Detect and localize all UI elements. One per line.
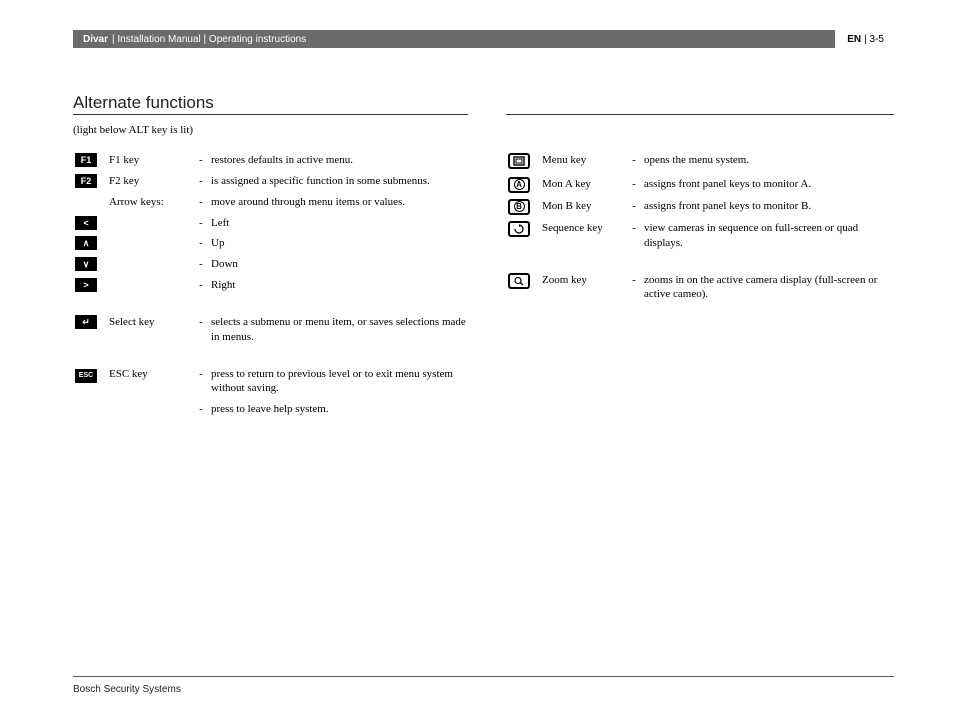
key-name: Zoom key: [540, 270, 626, 306]
key-row: ∧ -Up: [73, 233, 468, 254]
key-icon: ↵: [75, 315, 97, 329]
dash: -: [193, 312, 209, 348]
key-name: F2 key: [107, 171, 193, 192]
key-icon: ∨: [75, 257, 97, 271]
key-desc: Left: [209, 213, 468, 234]
key-name: Select key: [107, 312, 193, 348]
key-name: Mon B key: [540, 196, 626, 218]
footer-rule: [73, 676, 894, 677]
key-name: Arrow keys:: [107, 192, 193, 213]
header-breadcrumb: Divar | Installation Manual | Operating …: [73, 30, 316, 48]
key-icon: ∧: [75, 236, 97, 250]
key-desc: Right: [209, 275, 468, 296]
key-row: Arrow keys:-move around through menu ite…: [73, 192, 468, 213]
key-icon: F2: [75, 174, 97, 188]
key-name: [107, 275, 193, 296]
dash: -: [626, 150, 642, 174]
key-row: Sequence key-view cameras in sequence on…: [506, 218, 901, 254]
dash: -: [193, 254, 209, 275]
key-desc: selects a submenu or menu item, or saves…: [209, 312, 468, 348]
menu-key-icon: [508, 153, 530, 169]
key-name: [107, 254, 193, 275]
key-desc: opens the menu system.: [642, 150, 901, 174]
key-row: < -Left: [73, 213, 468, 234]
key-row: ↵ Select key-selects a submenu or menu it…: [73, 312, 468, 348]
key-desc: zooms in on the active camera display (f…: [642, 270, 901, 306]
key-desc: Down: [209, 254, 468, 275]
section-subtitle: (light below ALT key is lit): [73, 124, 193, 136]
dash: -: [193, 150, 209, 171]
key-desc: move around through menu items or values…: [209, 192, 468, 213]
key-icon: F1: [75, 153, 97, 167]
key-desc: view cameras in sequence on full-screen …: [642, 218, 901, 254]
lang-label: EN: [847, 34, 861, 45]
key-name: [107, 233, 193, 254]
dash: -: [626, 174, 642, 196]
key-desc: restores defaults in active menu.: [209, 150, 468, 171]
section-title: Alternate functions: [73, 93, 214, 113]
key-name: ESC key: [107, 364, 193, 400]
seq-key-icon: [508, 221, 530, 237]
dash: -: [193, 171, 209, 192]
dash: -: [193, 275, 209, 296]
left-key-table: F1F1 key-restores defaults in active men…: [73, 150, 468, 420]
key-desc: is assigned a specific function in some …: [209, 171, 468, 192]
key-name: Sequence key: [540, 218, 626, 254]
key-desc: assigns front panel keys to monitor B.: [642, 196, 901, 218]
key-name: Menu key: [540, 150, 626, 174]
monitor-key-icon: [508, 177, 530, 193]
header-spacer: [316, 30, 835, 48]
page-number: | 3-5: [864, 34, 884, 45]
zoom-key-icon: [508, 273, 530, 289]
key-name: [107, 399, 193, 420]
key-row: F1 F1 key-restores defaults in active men…: [73, 150, 468, 171]
title-rule-right: [506, 114, 894, 115]
header-bar: Divar | Installation Manual | Operating …: [73, 30, 894, 48]
key-desc: assigns front panel keys to monitor A.: [642, 174, 901, 196]
content-columns: F1F1 key-restores defaults in active men…: [73, 150, 901, 420]
key-name: F1 key: [107, 150, 193, 171]
key-row: Menu key-opens the menu system.: [506, 150, 901, 174]
right-key-table: Menu key-opens the menu system.Mon A key…: [506, 150, 901, 305]
key-name: Mon A key: [540, 174, 626, 196]
title-rule-left: [73, 114, 468, 115]
key-row: F2 F2 key-is assigned a specific function…: [73, 171, 468, 192]
key-row: ∨ -Down: [73, 254, 468, 275]
key-icon: ESC: [75, 369, 97, 383]
dash: -: [193, 233, 209, 254]
key-row: Zoom key-zooms in on the active camera d…: [506, 270, 901, 306]
page-indicator: EN | 3-5: [835, 30, 894, 48]
key-row: ESC ESC key-press to return to previous l…: [73, 364, 468, 400]
key-row: > -Right: [73, 275, 468, 296]
dash: -: [193, 399, 209, 420]
dash: -: [193, 364, 209, 400]
key-desc: press to return to previous level or to …: [209, 364, 468, 400]
monitor-key-icon: [508, 199, 530, 215]
key-name: [107, 213, 193, 234]
right-column: Menu key-opens the menu system.Mon A key…: [506, 150, 901, 420]
key-row: -press to leave help system.: [73, 399, 468, 420]
breadcrumb-text: | Installation Manual | Operating instru…: [112, 34, 306, 45]
key-icon: <: [75, 216, 97, 230]
footer-text: Bosch Security Systems: [73, 684, 181, 695]
dash: -: [193, 213, 209, 234]
key-row: Mon B key-assigns front panel keys to mo…: [506, 196, 901, 218]
dash: -: [626, 196, 642, 218]
left-column: F1F1 key-restores defaults in active men…: [73, 150, 468, 420]
dash: -: [626, 218, 642, 254]
dash: -: [193, 192, 209, 213]
key-desc: press to leave help system.: [209, 399, 468, 420]
dash: -: [626, 270, 642, 306]
key-icon: >: [75, 278, 97, 292]
key-desc: Up: [209, 233, 468, 254]
key-row: Mon A key-assigns front panel keys to mo…: [506, 174, 901, 196]
product-name: Divar: [83, 34, 108, 45]
